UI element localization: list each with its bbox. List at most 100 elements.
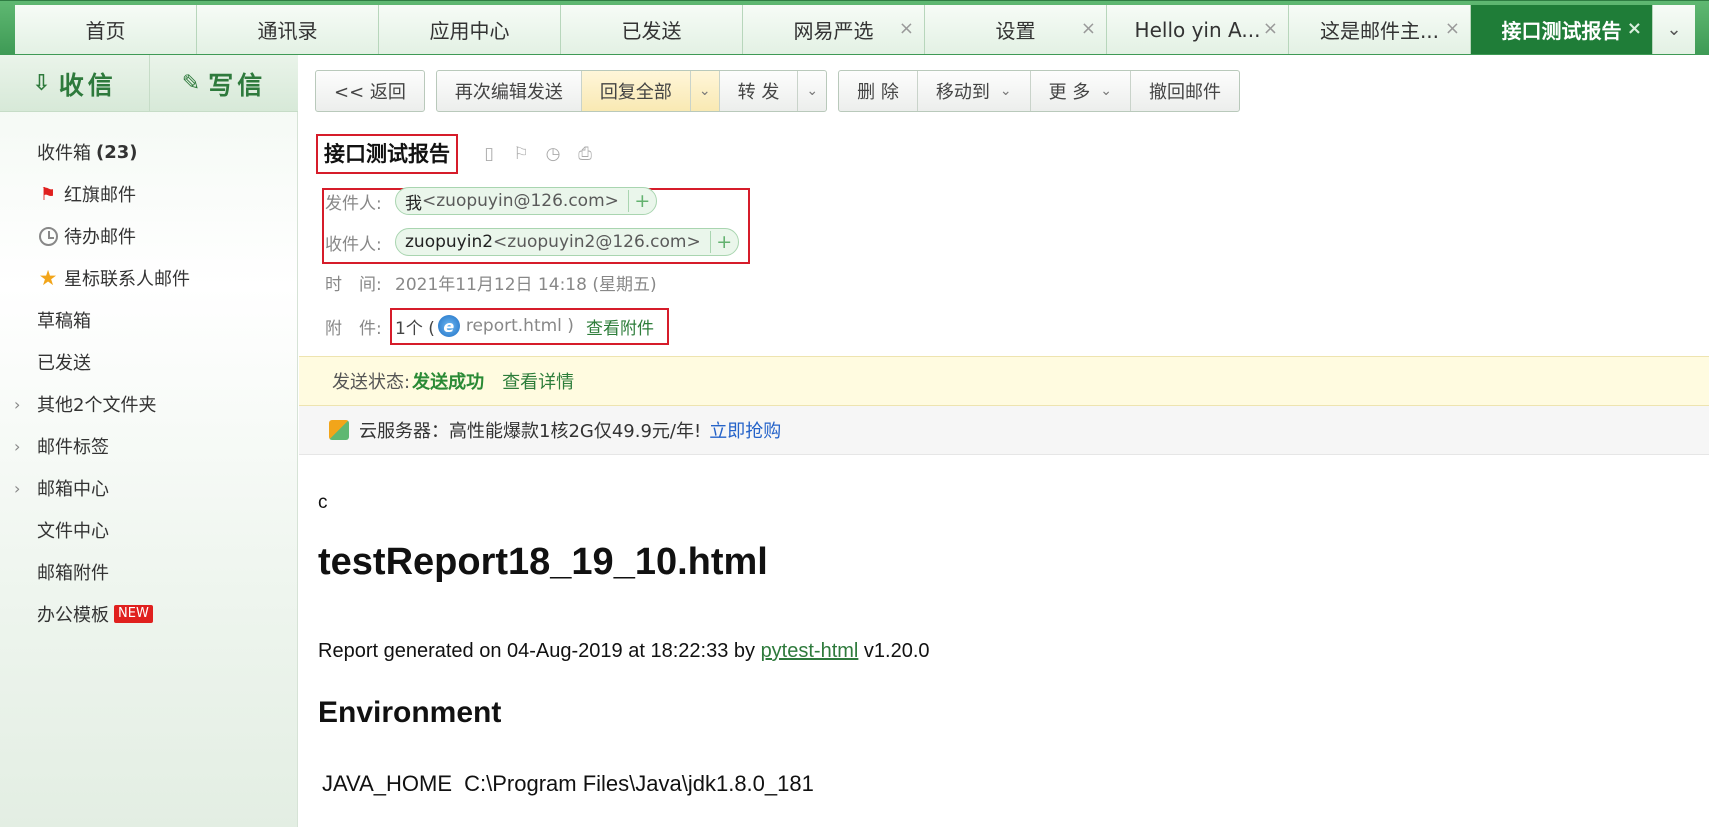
write-mail-button[interactable]: ✎ 写信 [149,55,298,112]
close-icon[interactable]: × [1081,20,1096,38]
recipient-chip[interactable]: zuopuyin2 <zuopuyin2@126.com> + [395,228,739,256]
clock-icon[interactable]: ◷ [543,144,563,164]
ad-bar: 云服务器：高性能爆款1核2G仅49.9元/年! 立即抢购 [299,406,1709,455]
chevron-down-icon[interactable]: ⌄ [689,71,719,111]
tab-mail-subject[interactable]: 这是邮件主... × [1289,5,1471,54]
close-icon[interactable]: × [1263,20,1278,38]
report-generated-line: Report generated on 04-Aug-2019 at 18:22… [318,640,930,663]
add-contact-icon[interactable]: + [709,231,738,253]
sender-email: <zuopuyin@126.com> [422,191,619,211]
sidebar-item-starred[interactable]: ★ 星标联系人邮件 [0,257,298,299]
attachment-name[interactable]: report.html ) [466,316,574,336]
sidebar-item-file-center[interactable]: 文件中心 [0,509,298,551]
attachment-row: 附 件: 1个 ( e report.html ) 查看附件 [325,312,654,340]
mail-reader: << 返回 再次编辑发送 回复全部 ⌄ 转 发 ⌄ 删 除 移动到 ⌄ 更 多 ⌄ … [299,55,1709,827]
chevron-down-icon[interactable]: ⌄ [1653,5,1695,54]
folder-label: 待办邮件 [64,227,136,248]
chevron-right-icon[interactable]: › [14,437,20,456]
html-file-icon: e [437,315,460,337]
tab-label: 设置 [995,19,1036,43]
tab-contacts[interactable]: 通讯录 [197,5,379,54]
attach-count: 1个 ( [395,318,435,339]
from-label: 发件人: [325,193,382,214]
pytest-html-link[interactable]: pytest-html [761,640,859,662]
ad-link[interactable]: 立即抢购 [709,417,781,443]
recall-mail-button[interactable]: 撤回邮件 [1130,71,1239,111]
chevron-down-icon[interactable]: ⌄ [797,71,826,111]
bookmark-icon[interactable]: ▯ [479,144,499,164]
tab-label: 这是邮件主... [1319,19,1440,43]
generated-suffix: v1.20.0 [858,640,930,662]
tab-app-center[interactable]: 应用中心 [379,5,561,54]
tab-home[interactable]: 首页 [15,5,197,54]
tab-label: 接口测试报告 [1501,19,1622,43]
sender-name: 我 [405,193,422,214]
close-icon[interactable]: × [1445,20,1460,38]
write-label: 写信 [208,70,267,100]
delete-button[interactable]: 删 除 [839,71,917,111]
sidebar-item-inbox[interactable]: 收件箱 (23) [0,131,298,173]
print-icon[interactable]: ⎙ [575,144,595,164]
folder-list: 收件箱 (23) ⚑ 红旗邮件 待办邮件 ★ 星标联系人邮件 草稿箱 已发送 ›… [0,131,298,635]
folder-label: 星标联系人邮件 [64,269,190,290]
sidebar-item-other-folders[interactable]: › 其他2个文件夹 [0,383,298,425]
env-key: JAVA_HOME [322,771,452,796]
subject-row: 接口测试报告 ▯ ⚐ ◷ ⎙ [316,134,595,174]
tab-label: 已发送 [621,19,682,43]
flag-icon[interactable]: ⚐ [511,144,531,164]
sender-chip[interactable]: 我 <zuopuyin@126.com> + [395,187,657,215]
tab-hello-mail[interactable]: Hello yin A... × [1107,5,1289,54]
tab-yanxuan[interactable]: 网易严选 × [743,5,925,54]
status-value: 发送成功 [412,372,485,393]
sidebar-item-todo[interactable]: 待办邮件 [0,215,298,257]
sidebar-item-mail-center[interactable]: › 邮箱中心 [0,467,298,509]
folder-label: 收件箱 [37,143,91,164]
reply-all-button[interactable]: 回复全部 [580,71,690,111]
environment-row: JAVA_HOME C:\Program Files\Java\jdk1.8.0… [322,771,814,797]
back-button[interactable]: << 返回 [316,71,424,111]
cloud-server-icon [329,420,349,440]
tab-label: 通讯录 [257,19,318,43]
tab-api-test-report[interactable]: 接口测试报告 × [1471,5,1653,54]
chevron-right-icon[interactable]: › [14,479,20,498]
tab-label: 应用中心 [429,19,510,43]
folder-label: 办公模板 [37,605,109,626]
view-details-link[interactable]: 查看详情 [502,368,574,394]
folder-label: 草稿箱 [37,311,91,332]
send-status-bar: 发送状态: 发送成功 查看详情 [299,356,1709,406]
chevron-right-icon[interactable]: › [14,395,20,414]
close-icon[interactable]: × [1627,20,1642,38]
chevron-down-icon: ⌄ [1100,83,1113,99]
time-label: 时 间: [325,274,382,295]
red-flag-icon: ⚑ [39,183,57,205]
sidebar-item-drafts[interactable]: 草稿箱 [0,299,298,341]
add-contact-icon[interactable]: + [627,190,656,212]
tab-list: 首页 通讯录 应用中心 已发送 网易严选 × 设置 × Hello yin A...… [15,5,1709,54]
sidebar-item-sent[interactable]: 已发送 [0,341,298,383]
sender-row: 发件人: 我 <zuopuyin@126.com> + [325,187,657,215]
forward-button[interactable]: 转 发 [718,71,798,111]
tab-sent[interactable]: 已发送 [561,5,743,54]
sidebar-item-tags[interactable]: › 邮件标签 [0,425,298,467]
edit-icon: ✎ [181,71,201,96]
star-icon: ★ [38,266,58,290]
folder-label: 邮箱中心 [37,479,109,500]
folder-label: 其他2个文件夹 [37,395,157,416]
sidebar-item-templates[interactable]: 办公模板 NEW [0,593,298,635]
tab-settings[interactable]: 设置 × [925,5,1107,54]
sidebar-item-attachments[interactable]: 邮箱附件 [0,551,298,593]
recipient-row: 收件人: zuopuyin2 <zuopuyin2@126.com> + [325,228,739,256]
reedit-send-button[interactable]: 再次编辑发送 [437,71,581,111]
chevron-down-icon: ⌄ [999,83,1012,99]
folder-label: 邮件标签 [37,437,109,458]
status-label: 发送状态: [332,372,411,393]
more-button[interactable]: 更 多 ⌄ [1029,71,1130,111]
view-attachment-link[interactable]: 查看附件 [586,314,654,339]
more-label: 更 多 [1048,82,1091,103]
report-title: testReport18_19_10.html [318,541,768,583]
receive-mail-button[interactable]: ⇩ 收信 [0,55,149,112]
close-icon[interactable]: × [899,20,914,38]
sidebar-item-flagged[interactable]: ⚑ 红旗邮件 [0,173,298,215]
to-label: 收件人: [325,234,382,255]
move-to-button[interactable]: 移动到 ⌄ [916,71,1030,111]
